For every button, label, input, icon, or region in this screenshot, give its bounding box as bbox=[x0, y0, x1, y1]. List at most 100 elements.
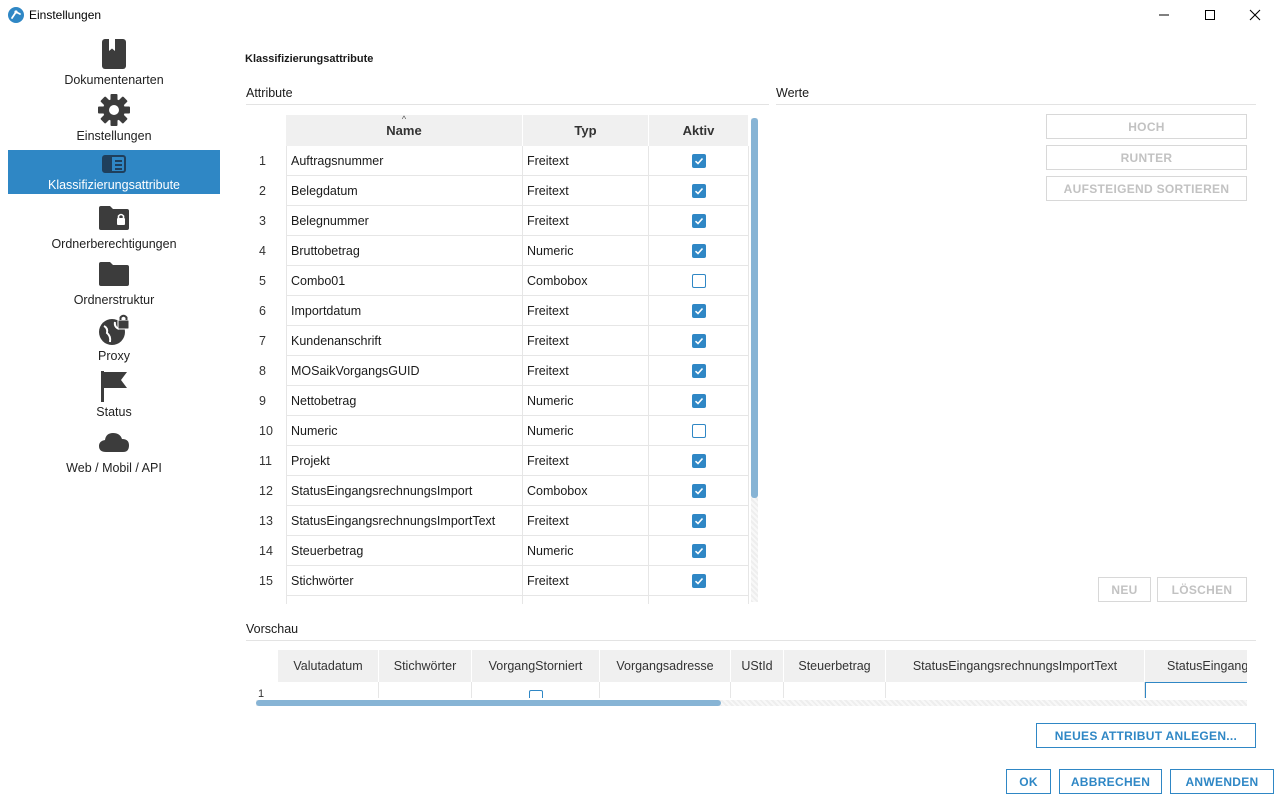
sidebar-item-status[interactable]: Status bbox=[8, 368, 220, 424]
cell-name[interactable]: Belegnummer bbox=[286, 206, 523, 236]
cell-name[interactable]: Bruttobetrag bbox=[286, 236, 523, 266]
preview-column-header[interactable]: Steuerbetrag bbox=[784, 650, 886, 682]
cell-typ[interactable]: Numeric bbox=[523, 386, 649, 416]
close-button[interactable] bbox=[1232, 0, 1278, 30]
checkbox-checked[interactable] bbox=[691, 243, 706, 258]
cell-name[interactable]: Combo01 bbox=[286, 266, 523, 296]
table-row[interactable]: 3 Belegnummer Freitext bbox=[254, 206, 749, 236]
sidebar-item-klassifizierungsattribute[interactable]: Klassifizierungsattribute bbox=[8, 150, 220, 194]
cell-name[interactable]: StatusEingangsrechnungsImport bbox=[286, 476, 523, 506]
cell-name[interactable]: Kundenanschrift bbox=[286, 326, 523, 356]
down-button[interactable]: RUNTER bbox=[1046, 145, 1247, 170]
preview-column-header[interactable]: Stichwörter bbox=[379, 650, 472, 682]
column-header-name[interactable]: ^ Name bbox=[286, 115, 523, 146]
cell-name[interactable]: Steuerbetrag bbox=[286, 536, 523, 566]
table-row[interactable]: 10 Numeric Numeric bbox=[254, 416, 749, 446]
column-header-aktiv[interactable]: Aktiv bbox=[649, 115, 749, 146]
checkbox-checked[interactable] bbox=[691, 303, 706, 318]
table-row[interactable] bbox=[254, 596, 749, 604]
preview-column-header[interactable]: Valutadatum bbox=[278, 650, 379, 682]
table-row[interactable]: 14 Steuerbetrag Numeric bbox=[254, 536, 749, 566]
checkbox-unchecked[interactable] bbox=[529, 690, 543, 698]
cell-name[interactable]: Projekt bbox=[286, 446, 523, 476]
preview-cell[interactable] bbox=[784, 682, 886, 698]
cell-typ[interactable]: Numeric bbox=[523, 416, 649, 446]
checkbox-checked[interactable] bbox=[691, 393, 706, 408]
table-row[interactable]: 15 Stichwörter Freitext bbox=[254, 566, 749, 596]
cell-typ[interactable]: Freitext bbox=[523, 146, 649, 176]
preview-cell[interactable] bbox=[731, 682, 784, 698]
checkbox-unchecked[interactable] bbox=[691, 273, 706, 288]
cancel-button[interactable]: ABBRECHEN bbox=[1059, 769, 1162, 794]
checkbox-checked[interactable] bbox=[691, 453, 706, 468]
sidebar-item-web-mobil-api[interactable]: Web / Mobil / API bbox=[8, 424, 220, 480]
cell-typ[interactable]: Freitext bbox=[523, 326, 649, 356]
cell-typ[interactable]: Numeric bbox=[523, 536, 649, 566]
preview-column-header[interactable]: VorgangStorniert bbox=[472, 650, 600, 682]
preview-cell[interactable] bbox=[472, 682, 600, 698]
preview-scrollbar-thumb[interactable] bbox=[256, 700, 721, 706]
new-attribute-button[interactable]: NEUES ATTRIBUT ANLEGEN... bbox=[1036, 723, 1256, 748]
cell-typ[interactable]: Freitext bbox=[523, 176, 649, 206]
preview-cell[interactable] bbox=[600, 682, 731, 698]
sidebar-item-ordnerstruktur[interactable]: Ordnerstruktur bbox=[8, 256, 220, 312]
preview-column-header[interactable]: StatusEingangsrechnungsImportText bbox=[886, 650, 1145, 682]
cell-typ[interactable]: Freitext bbox=[523, 566, 649, 596]
cell-name[interactable] bbox=[286, 596, 523, 604]
table-row[interactable]: 12 StatusEingangsrechnungsImport Combobox bbox=[254, 476, 749, 506]
minimize-button[interactable] bbox=[1141, 0, 1187, 30]
checkbox-checked[interactable] bbox=[691, 573, 706, 588]
ok-button[interactable]: OK bbox=[1006, 769, 1051, 794]
delete-value-button[interactable]: LÖSCHEN bbox=[1157, 577, 1247, 602]
checkbox-checked[interactable] bbox=[691, 543, 706, 558]
cell-typ[interactable]: Combobox bbox=[523, 266, 649, 296]
cell-name[interactable]: Auftragsnummer bbox=[286, 146, 523, 176]
cell-name[interactable]: Belegdatum bbox=[286, 176, 523, 206]
table-row[interactable]: 8 MOSaikVorgangsGUID Freitext bbox=[254, 356, 749, 386]
cell-typ[interactable]: Freitext bbox=[523, 506, 649, 536]
table-row[interactable]: 5 Combo01 Combobox bbox=[254, 266, 749, 296]
apply-button[interactable]: ANWENDEN bbox=[1170, 769, 1274, 794]
checkbox-checked[interactable] bbox=[691, 333, 706, 348]
table-row[interactable]: 13 StatusEingangsrechnungsImportText Freit… bbox=[254, 506, 749, 536]
preview-column-header[interactable]: UStId bbox=[731, 650, 784, 682]
sidebar-item-ordnerberechtigungen[interactable]: Ordnerberechtigungen bbox=[8, 200, 220, 256]
preview-cell[interactable] bbox=[278, 682, 379, 698]
sidebar-item-dokumentenarten[interactable]: Dokumentenarten bbox=[8, 36, 220, 92]
cell-name[interactable]: Nettobetrag bbox=[286, 386, 523, 416]
sidebar-item-proxy[interactable]: Proxy bbox=[8, 312, 220, 368]
cell-name[interactable]: Numeric bbox=[286, 416, 523, 446]
cell-typ[interactable]: Freitext bbox=[523, 446, 649, 476]
column-header-typ[interactable]: Typ bbox=[523, 115, 649, 146]
checkbox-checked[interactable] bbox=[691, 363, 706, 378]
table-row[interactable]: 6 Importdatum Freitext bbox=[254, 296, 749, 326]
table-row[interactable]: 4 Bruttobetrag Numeric bbox=[254, 236, 749, 266]
table-row[interactable]: 2 Belegdatum Freitext bbox=[254, 176, 749, 206]
sort-ascending-button[interactable]: AUFSTEIGEND SORTIEREN bbox=[1046, 176, 1247, 201]
attributes-scrollbar-thumb[interactable] bbox=[751, 118, 758, 498]
checkbox-checked[interactable] bbox=[691, 513, 706, 528]
cell-typ[interactable]: Freitext bbox=[523, 356, 649, 386]
maximize-button[interactable] bbox=[1187, 0, 1233, 30]
cell-name[interactable]: StatusEingangsrechnungsImportText bbox=[286, 506, 523, 536]
cell-name[interactable]: MOSaikVorgangsGUID bbox=[286, 356, 523, 386]
checkbox-checked[interactable] bbox=[691, 483, 706, 498]
cell-typ[interactable]: Freitext bbox=[523, 296, 649, 326]
table-row[interactable]: 9 Nettobetrag Numeric bbox=[254, 386, 749, 416]
checkbox-checked[interactable] bbox=[691, 183, 706, 198]
preview-column-header[interactable]: StatusEingang bbox=[1145, 650, 1247, 682]
sidebar-item-einstellungen[interactable]: Einstellungen bbox=[8, 92, 220, 148]
preview-cell[interactable] bbox=[886, 682, 1145, 698]
preview-cell-selected[interactable] bbox=[1145, 682, 1247, 698]
cell-typ[interactable] bbox=[523, 596, 649, 604]
table-row[interactable]: 11 Projekt Freitext bbox=[254, 446, 749, 476]
cell-typ[interactable]: Combobox bbox=[523, 476, 649, 506]
cell-typ[interactable]: Numeric bbox=[523, 236, 649, 266]
checkbox-checked[interactable] bbox=[691, 213, 706, 228]
checkbox-checked[interactable] bbox=[691, 153, 706, 168]
table-row[interactable]: 1 Auftragsnummer Freitext bbox=[254, 146, 749, 176]
cell-name[interactable]: Stichwörter bbox=[286, 566, 523, 596]
up-button[interactable]: HOCH bbox=[1046, 114, 1247, 139]
cell-typ[interactable]: Freitext bbox=[523, 206, 649, 236]
preview-cell[interactable] bbox=[379, 682, 472, 698]
